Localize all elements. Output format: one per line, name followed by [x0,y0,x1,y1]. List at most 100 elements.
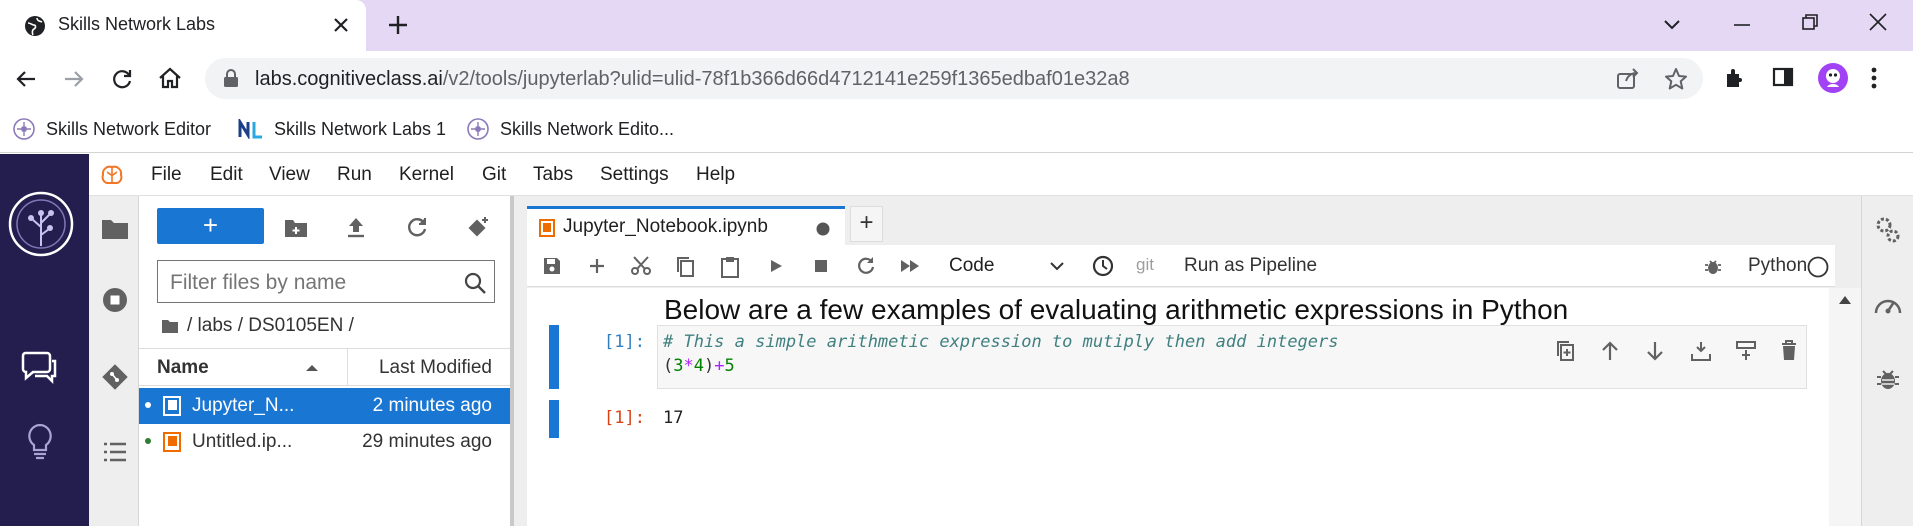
insert-below-icon[interactable] [1735,340,1757,362]
menu-git[interactable]: Git [482,164,506,186]
globe-icon [24,15,46,37]
file-row-selected[interactable]: Jupyter_N... 2 minutes ago [139,388,510,424]
run-cell-icon[interactable] [768,256,784,276]
code-operator: + [714,356,725,376]
upload-icon[interactable] [346,216,366,238]
back-icon[interactable] [14,67,38,91]
paste-icon[interactable] [720,256,740,278]
side-panel-icon[interactable] [1772,66,1794,88]
file-row[interactable]: Untitled.ip... 29 minutes ago [139,424,510,460]
git-diff-button[interactable]: git [1136,255,1154,275]
restart-kernel-icon[interactable] [856,256,876,276]
search-icon[interactable] [464,272,486,294]
bookmark-item[interactable]: Skills Network Labs 1 [238,115,446,143]
menu-help[interactable]: Help [696,164,735,186]
file-name: Jupyter_N... [192,395,295,416]
delete-cell-trash-icon[interactable] [1780,339,1798,361]
extensions-puzzle-icon[interactable] [1723,66,1747,90]
cell-type-select[interactable]: Code [949,255,994,277]
duplicate-cell-icon[interactable] [1555,340,1575,362]
menu-view[interactable]: View [269,164,310,186]
menu-edit[interactable]: Edit [210,164,243,186]
code-comment: # This a simple arithmetic expression to… [663,332,1339,352]
clock-icon[interactable] [1092,255,1114,277]
refresh-icon[interactable] [406,216,428,238]
code-cell-editor[interactable]: # This a simple arithmetic expression to… [657,325,1807,389]
breadcrumb-path[interactable]: / labs / DS0105EN / [187,315,354,337]
profile-avatar[interactable] [1818,63,1848,93]
copy-icon[interactable] [675,256,695,278]
browser-tab-strip: Skills Network Labs [0,0,1913,51]
chevron-down-icon[interactable] [1049,261,1065,271]
table-of-contents-icon[interactable] [103,442,127,462]
folder-icon[interactable] [101,218,129,240]
bookmark-item[interactable]: Skills Network Edito... [466,115,674,143]
menu-kernel[interactable]: Kernel [399,164,454,186]
interrupt-kernel-icon[interactable] [812,256,830,276]
skills-network-logo-icon[interactable] [8,191,74,257]
cut-icon[interactable] [630,256,652,276]
kebab-menu-icon[interactable] [1870,66,1878,90]
close-tab-icon[interactable] [332,16,350,34]
file-filter-input[interactable]: Filter files by name [157,260,495,303]
file-modified: 29 minutes ago [362,431,492,452]
address-bar[interactable]: labs.cognitiveclass.ai/v2/tools/jupyterl… [205,58,1703,99]
save-icon[interactable] [542,256,562,276]
right-side-tabs [1861,196,1913,526]
notebook-tab[interactable]: Jupyter_Notebook.ipynb [527,206,845,245]
minimize-icon[interactable] [1732,14,1752,34]
code-number: 4 [693,356,704,376]
lightbulb-icon[interactable] [24,422,56,462]
browser-tab[interactable]: Skills Network Labs [0,0,366,51]
output-cell-indicator[interactable] [549,400,559,438]
home-icon[interactable] [157,66,183,90]
forward-icon[interactable] [62,67,86,91]
bookmark-item[interactable]: Skills Network Editor [12,115,211,143]
lock-icon[interactable] [223,69,239,88]
skills-network-icon [12,117,36,141]
running-stop-icon[interactable] [102,287,128,313]
notebook-scrollbar[interactable] [1829,288,1861,526]
restore-icon[interactable] [1800,12,1820,32]
share-icon[interactable] [1616,68,1640,90]
menu-run[interactable]: Run [337,164,372,186]
breadcrumb: / labs / DS0105EN / [161,315,354,337]
bookmarks-bar: Skills Network Editor Skills Network Lab… [0,106,1913,153]
home-folder-icon[interactable] [161,319,179,334]
reload-icon[interactable] [110,67,134,91]
file-running-dot [145,438,151,444]
kernel-name[interactable]: Python [1748,255,1807,277]
insert-above-icon[interactable] [1690,340,1712,362]
debugger-bug-icon[interactable] [1704,258,1722,276]
tab-search-chevron-icon[interactable] [1662,14,1682,34]
move-up-arrow-icon[interactable] [1600,340,1620,362]
column-name-header[interactable]: Name [157,357,209,379]
git-clone-icon[interactable] [466,215,490,239]
unsaved-dot-icon[interactable] [816,222,830,236]
menu-settings[interactable]: Settings [600,164,669,186]
scroll-up-arrow-icon[interactable] [1839,296,1851,304]
url-text[interactable]: labs.cognitiveclass.ai/v2/tools/jupyterl… [255,68,1130,91]
new-folder-icon[interactable] [284,218,308,238]
new-launcher-button[interactable]: + [157,208,264,244]
run-all-icon[interactable] [899,256,921,276]
debugger-icon[interactable] [1876,368,1900,392]
new-tab-icon[interactable] [386,13,410,37]
git-icon[interactable] [102,364,128,390]
insert-cell-icon[interactable] [587,256,607,276]
nl-logo-icon [238,119,264,139]
menu-file[interactable]: File [151,164,182,186]
bookmark-star-icon[interactable] [1664,67,1688,91]
code-paren: ) [704,356,715,376]
property-inspector-gears-icon[interactable] [1875,216,1901,244]
menu-tabs[interactable]: Tabs [533,164,573,186]
add-tab-button[interactable]: + [850,206,883,242]
resource-usage-gauge-icon[interactable] [1873,291,1903,317]
column-modified-header[interactable]: Last Modified [379,357,492,379]
move-down-arrow-icon[interactable] [1645,340,1665,362]
chat-icon[interactable] [21,350,59,386]
active-cell-indicator[interactable] [549,325,559,389]
close-window-icon[interactable] [1868,12,1888,32]
sort-ascending-icon[interactable] [305,364,319,372]
run-as-pipeline-button[interactable]: Run as Pipeline [1184,255,1317,277]
